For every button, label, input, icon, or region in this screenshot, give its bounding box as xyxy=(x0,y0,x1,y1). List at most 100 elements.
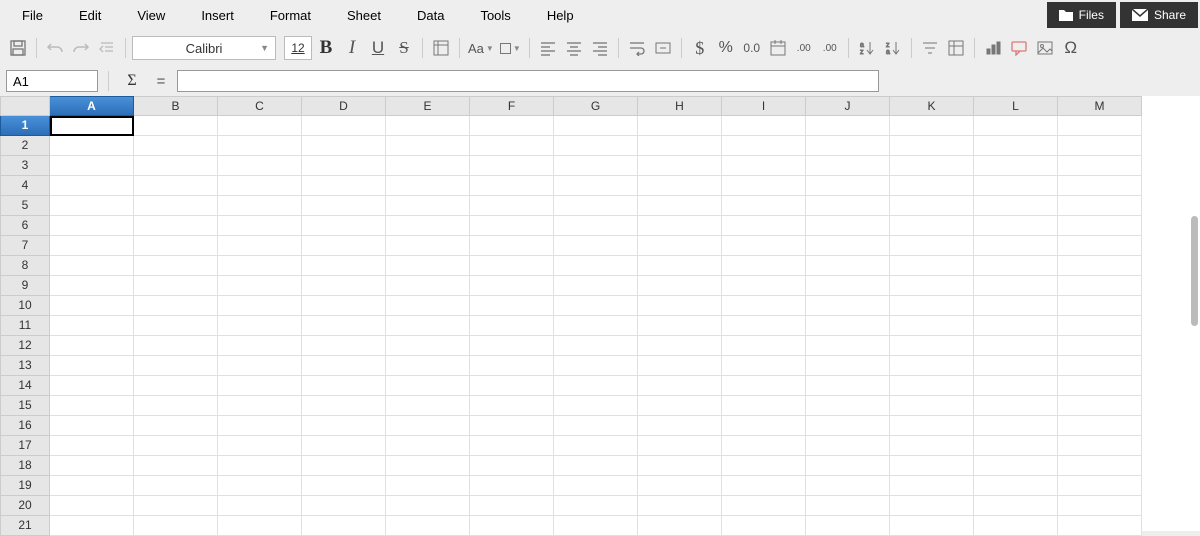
row-header[interactable]: 13 xyxy=(0,356,50,376)
cell[interactable] xyxy=(890,316,974,336)
cell[interactable] xyxy=(134,396,218,416)
merge-cells-button[interactable] xyxy=(651,36,675,60)
cell[interactable] xyxy=(386,356,470,376)
row-header[interactable]: 18 xyxy=(0,456,50,476)
cell[interactable] xyxy=(470,516,554,536)
menu-help[interactable]: Help xyxy=(529,2,592,29)
cell[interactable] xyxy=(218,236,302,256)
row-header[interactable]: 15 xyxy=(0,396,50,416)
percent-button[interactable]: % xyxy=(714,36,738,60)
cell[interactable] xyxy=(134,336,218,356)
cell[interactable] xyxy=(974,416,1058,436)
cell[interactable] xyxy=(50,376,134,396)
text-case-button[interactable]: Aa ▼ xyxy=(466,36,496,60)
column-header[interactable]: F xyxy=(470,96,554,116)
cell[interactable] xyxy=(554,196,638,216)
cell[interactable] xyxy=(890,136,974,156)
cell[interactable] xyxy=(134,456,218,476)
cell[interactable] xyxy=(554,456,638,476)
insert-chart-button[interactable] xyxy=(981,36,1005,60)
row-header[interactable]: 4 xyxy=(0,176,50,196)
cell[interactable] xyxy=(1058,376,1142,396)
cell[interactable] xyxy=(890,196,974,216)
cell[interactable] xyxy=(722,396,806,416)
cell[interactable] xyxy=(386,416,470,436)
cell[interactable] xyxy=(470,156,554,176)
cell[interactable] xyxy=(554,436,638,456)
cell[interactable] xyxy=(974,436,1058,456)
cell[interactable] xyxy=(218,156,302,176)
cell[interactable] xyxy=(638,456,722,476)
cell[interactable] xyxy=(554,236,638,256)
row-header[interactable]: 7 xyxy=(0,236,50,256)
cell[interactable] xyxy=(470,356,554,376)
cell[interactable] xyxy=(554,176,638,196)
row-header[interactable]: 2 xyxy=(0,136,50,156)
cell[interactable] xyxy=(134,236,218,256)
cell[interactable] xyxy=(386,396,470,416)
cell[interactable] xyxy=(722,456,806,476)
cell[interactable] xyxy=(470,436,554,456)
cell[interactable] xyxy=(134,216,218,236)
cell[interactable] xyxy=(974,496,1058,516)
cell[interactable] xyxy=(386,476,470,496)
column-header[interactable]: C xyxy=(218,96,302,116)
cell[interactable] xyxy=(638,436,722,456)
currency-button[interactable]: $ xyxy=(688,36,712,60)
cell[interactable] xyxy=(218,496,302,516)
cell[interactable] xyxy=(470,116,554,136)
cell[interactable] xyxy=(134,296,218,316)
menu-tools[interactable]: Tools xyxy=(462,2,528,29)
column-header[interactable]: I xyxy=(722,96,806,116)
menu-sheet[interactable]: Sheet xyxy=(329,2,399,29)
cell[interactable] xyxy=(50,436,134,456)
cell[interactable] xyxy=(722,216,806,236)
cell[interactable] xyxy=(890,476,974,496)
row-header[interactable]: 3 xyxy=(0,156,50,176)
cell[interactable] xyxy=(890,116,974,136)
cell[interactable] xyxy=(638,276,722,296)
cell[interactable] xyxy=(218,276,302,296)
add-decimal-button[interactable]: .00 xyxy=(792,36,816,60)
cell[interactable] xyxy=(386,216,470,236)
cell[interactable] xyxy=(554,296,638,316)
cell[interactable] xyxy=(302,416,386,436)
cell[interactable] xyxy=(218,216,302,236)
cell[interactable] xyxy=(470,396,554,416)
cell[interactable] xyxy=(302,476,386,496)
cell[interactable] xyxy=(974,156,1058,176)
cell[interactable] xyxy=(722,416,806,436)
cell[interactable] xyxy=(470,276,554,296)
cell[interactable] xyxy=(218,516,302,536)
cell[interactable] xyxy=(134,496,218,516)
cell[interactable] xyxy=(890,456,974,476)
cell[interactable] xyxy=(722,496,806,516)
strikethrough-button[interactable]: S xyxy=(392,36,416,60)
cell[interactable] xyxy=(974,276,1058,296)
font-size-input[interactable]: 12 xyxy=(284,36,312,60)
cell[interactable] xyxy=(890,276,974,296)
cell[interactable] xyxy=(386,116,470,136)
cell[interactable] xyxy=(218,356,302,376)
cell[interactable] xyxy=(470,376,554,396)
align-center-button[interactable] xyxy=(562,36,586,60)
cell[interactable] xyxy=(386,236,470,256)
cell[interactable] xyxy=(302,276,386,296)
cell[interactable] xyxy=(806,476,890,496)
cell[interactable] xyxy=(806,416,890,436)
cell[interactable] xyxy=(50,296,134,316)
cell[interactable] xyxy=(50,236,134,256)
cell[interactable] xyxy=(1058,456,1142,476)
cell[interactable] xyxy=(50,136,134,156)
cell[interactable] xyxy=(134,116,218,136)
row-header[interactable]: 14 xyxy=(0,376,50,396)
cell[interactable] xyxy=(50,336,134,356)
vertical-scrollbar[interactable] xyxy=(1191,216,1198,326)
cell[interactable] xyxy=(470,476,554,496)
cell[interactable] xyxy=(50,216,134,236)
cell[interactable] xyxy=(302,436,386,456)
cell[interactable] xyxy=(218,476,302,496)
cell[interactable] xyxy=(302,156,386,176)
underline-button[interactable]: U xyxy=(366,36,390,60)
cell[interactable] xyxy=(302,216,386,236)
